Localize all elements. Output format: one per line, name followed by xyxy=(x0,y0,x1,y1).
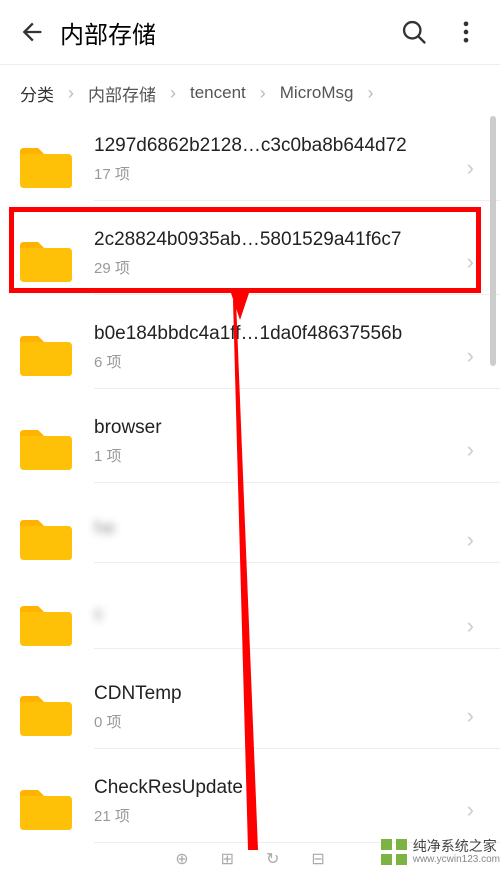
folder-content: browser 1 项 xyxy=(94,417,500,483)
watermark-url: www.ycwin123.com xyxy=(413,854,500,865)
watermark-brand: 纯净系统之家 xyxy=(413,839,500,854)
back-button[interactable] xyxy=(12,12,52,52)
folder-icon xyxy=(18,334,74,378)
back-arrow-icon xyxy=(18,18,46,46)
scrollbar-thumb[interactable] xyxy=(490,116,496,366)
chevron-right-icon: › xyxy=(467,613,474,639)
folder-name: CDNTemp xyxy=(94,683,452,705)
folder-icon xyxy=(18,428,74,472)
chevron-right-icon: › xyxy=(367,83,373,104)
folder-content: c xyxy=(94,604,500,649)
watermark: 纯净系统之家 www.ycwin123.com xyxy=(379,837,500,867)
folder-icon xyxy=(18,240,74,284)
toolbar-icon[interactable]: ⊞ xyxy=(221,849,234,869)
toolbar-icon[interactable]: ⊕ xyxy=(175,849,188,869)
app-header: 内部存储 xyxy=(0,0,500,65)
chevron-right-icon: › xyxy=(467,155,474,181)
folder-icon xyxy=(18,604,74,648)
folder-content: 1297d6862b2128…c3c0ba8b644d72 17 项 xyxy=(94,135,500,201)
folder-item[interactable]: b0e184bbdc4a1ff…1da0f48637556b 6 项 › xyxy=(18,309,500,403)
folder-content: CDNTemp 0 项 xyxy=(94,683,500,749)
chevron-right-icon: › xyxy=(467,527,474,553)
header-actions xyxy=(400,18,480,46)
folder-item[interactable]: he › xyxy=(18,497,500,583)
search-icon[interactable] xyxy=(400,18,428,46)
folder-item[interactable]: CDNTemp 0 项 › xyxy=(18,669,500,763)
folder-name: b0e184bbdc4a1ff…1da0f48637556b xyxy=(94,323,452,345)
folder-meta: 1 项 xyxy=(94,445,452,466)
chevron-right-icon: › xyxy=(467,703,474,729)
breadcrumb: 分类 › 内部存储 › tencent › MicroMsg › xyxy=(0,65,500,121)
folder-list[interactable]: 1297d6862b2128…c3c0ba8b644d7217 项›2c2882… xyxy=(0,121,500,861)
chevron-right-icon: › xyxy=(467,343,474,369)
folder-meta: 6 项 xyxy=(94,351,452,372)
chevron-right-icon: › xyxy=(170,83,176,104)
folder-item[interactable]: 1297d6862b2128…c3c0ba8b644d72 17 项 › xyxy=(18,121,500,215)
toolbar-icon[interactable]: ↻ xyxy=(266,849,279,869)
chevron-right-icon: › xyxy=(467,797,474,823)
folder-name: 2c28824b0935ab…5801529a41f6c7 xyxy=(94,229,452,251)
breadcrumb-item[interactable]: 分类 xyxy=(20,81,54,106)
folder-item[interactable]: c › xyxy=(18,583,500,669)
folder-content: he xyxy=(94,518,500,563)
folder-icon xyxy=(18,146,74,190)
folder-item[interactable]: browser 1 项 › xyxy=(18,403,500,497)
chevron-right-icon: › xyxy=(68,83,74,104)
chevron-right-icon: › xyxy=(260,83,266,104)
chevron-right-icon: › xyxy=(467,249,474,275)
folder-icon xyxy=(18,788,74,832)
watermark-logo-icon xyxy=(379,837,409,867)
page-title: 内部存储 xyxy=(60,15,400,50)
folder-content: b0e184bbdc4a1ff…1da0f48637556b 6 项 xyxy=(94,323,500,389)
folder-content: 2c28824b0935ab…5801529a41f6c7 29 项 xyxy=(94,229,500,295)
folder-meta: 21 项 xyxy=(94,805,452,826)
folder-icon xyxy=(18,694,74,738)
folder-name: he xyxy=(94,518,452,540)
folder-name: CheckResUpdate xyxy=(94,777,452,799)
folder-icon xyxy=(18,518,74,562)
more-menu-icon[interactable] xyxy=(452,18,480,46)
breadcrumb-item[interactable]: 内部存储 xyxy=(88,81,156,106)
folder-item[interactable]: 2c28824b0935ab…5801529a41f6c7 29 项 › xyxy=(18,215,500,309)
breadcrumb-item[interactable]: MicroMsg xyxy=(280,83,354,103)
breadcrumb-item[interactable]: tencent xyxy=(190,83,246,103)
folder-meta: 29 项 xyxy=(94,257,452,278)
folder-name: c xyxy=(94,604,452,626)
folder-name: browser xyxy=(94,417,452,439)
folder-content: CheckResUpdate 21 项 xyxy=(94,777,500,843)
toolbar-icon[interactable]: ⊟ xyxy=(311,849,324,869)
folder-meta: 17 项 xyxy=(94,163,452,184)
chevron-right-icon: › xyxy=(467,437,474,463)
folder-name: 1297d6862b2128…c3c0ba8b644d72 xyxy=(94,135,452,157)
folder-meta: 0 项 xyxy=(94,711,452,732)
